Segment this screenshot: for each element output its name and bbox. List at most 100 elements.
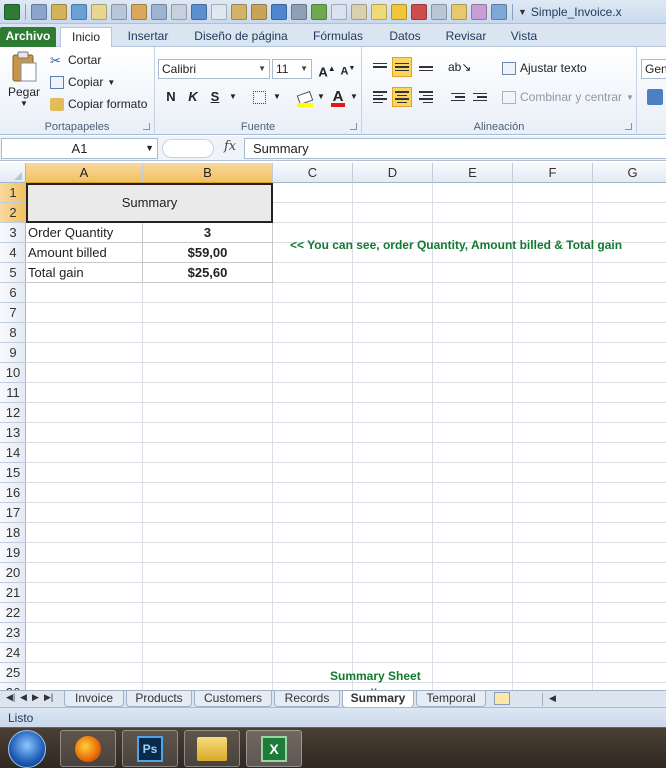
sheet-tab-temporal[interactable]: Temporal — [416, 691, 486, 707]
picture-icon[interactable] — [471, 3, 487, 20]
link-icon[interactable] — [491, 3, 507, 20]
align-middle-icon[interactable] — [392, 57, 412, 77]
order-quantity-label-cell[interactable]: Order Quantity — [26, 223, 143, 243]
row-header[interactable]: 3 — [0, 223, 26, 243]
row-header[interactable]: 22 — [0, 603, 26, 623]
row-header[interactable]: 10 — [0, 363, 26, 383]
find-icon[interactable] — [211, 3, 227, 20]
underline-button[interactable]: S — [205, 87, 225, 107]
row-header[interactable]: 2 — [0, 203, 26, 223]
row-header[interactable]: 26 — [0, 683, 26, 690]
clipboard-icon[interactable] — [231, 3, 247, 20]
italic-button[interactable]: K — [183, 87, 203, 107]
merge-center-button[interactable]: Combinar y centrar ▼ — [502, 90, 634, 104]
copy-icon[interactable] — [331, 3, 347, 20]
orientation-icon[interactable]: ab↘ — [448, 57, 471, 77]
tab-insertar[interactable]: Insertar — [118, 27, 178, 47]
tab-formulas[interactable]: Fórmulas — [306, 27, 370, 47]
save-icon[interactable] — [31, 3, 47, 20]
dialog-launcher-icon[interactable] — [143, 123, 150, 130]
row-header[interactable]: 1 — [0, 183, 26, 203]
row-header[interactable]: 25 — [0, 663, 26, 683]
row-header[interactable]: 15 — [0, 463, 26, 483]
camera-icon[interactable] — [151, 3, 167, 20]
sheet-tab-summary[interactable]: Summary — [342, 691, 414, 708]
decrease-indent-icon[interactable] — [448, 87, 468, 107]
sheet-tab-invoice[interactable]: Invoice — [64, 691, 124, 707]
row-header[interactable]: 11 — [0, 383, 26, 403]
taskbar-firefox[interactable] — [60, 730, 116, 767]
number-format-select[interactable]: Gen — [641, 59, 666, 79]
row-header[interactable]: 18 — [0, 523, 26, 543]
borders-icon[interactable] — [249, 87, 269, 107]
chevron-down-icon[interactable]: ▼ — [344, 87, 364, 107]
sheet-tab-records[interactable]: Records — [274, 691, 340, 707]
paste-button[interactable]: Pegar ▼ — [4, 51, 44, 117]
summary-title-cell[interactable]: Summary — [26, 183, 273, 223]
align-bottom-icon[interactable] — [416, 57, 436, 77]
email-icon[interactable] — [451, 3, 467, 20]
tab-diseno-de-pagina[interactable]: Diseño de página — [186, 27, 296, 47]
tab-vista[interactable]: Vista — [502, 27, 546, 47]
row-header[interactable]: 13 — [0, 423, 26, 443]
wrap-text-button[interactable]: Ajustar texto — [502, 61, 587, 75]
chevron-down-icon[interactable]: ▼ — [223, 87, 243, 107]
next-sheet-icon[interactable]: ▶ — [32, 692, 39, 703]
select-all-button[interactable] — [0, 163, 26, 183]
column-header-g[interactable]: G — [593, 163, 666, 183]
align-top-icon[interactable] — [370, 57, 390, 77]
row-header[interactable]: 12 — [0, 403, 26, 423]
row-header[interactable]: 14 — [0, 443, 26, 463]
table-icon[interactable] — [131, 3, 147, 20]
column-header-b[interactable]: B — [143, 163, 273, 183]
worksheet-grid[interactable]: A B C D E F G 1 2 3 4 5 6 7 8 9 10 11 12 13 14 15 16 17 1… — [0, 163, 666, 690]
currency-icon[interactable] — [647, 89, 663, 105]
font-name-select[interactable]: Calibri ▼ — [158, 59, 270, 79]
column-header-e[interactable]: E — [433, 163, 513, 183]
paste-icon[interactable] — [251, 3, 267, 20]
row-header[interactable]: 6 — [0, 283, 26, 303]
formula-input[interactable]: Summary — [244, 138, 666, 159]
row-header[interactable]: 23 — [0, 623, 26, 643]
total-gain-value-cell[interactable]: $25,60 — [143, 263, 273, 283]
grow-font-icon[interactable]: A▲ — [317, 59, 337, 79]
column-header-c[interactable]: C — [273, 163, 353, 183]
dialog-launcher-icon[interactable] — [350, 123, 357, 130]
format-painter-button[interactable]: Copiar formato — [50, 97, 147, 111]
taskbar-excel[interactable]: X — [246, 730, 302, 767]
arrow-icon[interactable] — [431, 3, 447, 20]
align-left-icon[interactable] — [370, 87, 390, 107]
excel-icon[interactable] — [4, 3, 20, 20]
calendar-icon[interactable] — [311, 3, 327, 20]
row-header[interactable]: 17 — [0, 503, 26, 523]
row-header[interactable]: 8 — [0, 323, 26, 343]
increase-indent-icon[interactable] — [470, 87, 490, 107]
customize-dropdown-icon[interactable]: ▼ — [518, 7, 527, 17]
column-header-f[interactable]: F — [513, 163, 593, 183]
redo-icon[interactable] — [71, 3, 87, 20]
sheet-tab-products[interactable]: Products — [126, 691, 192, 707]
cell-area[interactable]: Summary Order Quantity 3 Amount billed $… — [26, 183, 666, 690]
column-header-d[interactable]: D — [353, 163, 433, 183]
tab-archivo[interactable]: Archivo — [0, 27, 56, 47]
row-header[interactable]: 4 — [0, 243, 26, 263]
formula-scroll-handle[interactable] — [162, 139, 214, 158]
tab-revisar[interactable]: Revisar — [438, 27, 494, 47]
horizontal-scrollbar[interactable]: ◀ — [542, 693, 666, 706]
column-header-a[interactable]: A — [26, 163, 143, 183]
first-sheet-icon[interactable]: ◀| — [6, 692, 15, 703]
pivot-icon[interactable] — [411, 3, 427, 20]
warning-icon[interactable] — [391, 3, 407, 20]
print-icon[interactable] — [171, 3, 187, 20]
amount-billed-label-cell[interactable]: Amount billed — [26, 243, 143, 263]
tab-datos[interactable]: Datos — [380, 27, 430, 47]
sheet-tab-customers[interactable]: Customers — [194, 691, 272, 707]
print-preview-icon[interactable] — [291, 3, 307, 20]
undo-icon[interactable] — [51, 3, 67, 20]
bold-button[interactable]: N — [161, 87, 181, 107]
dialog-launcher-icon[interactable] — [625, 123, 632, 130]
align-right-icon[interactable] — [416, 87, 436, 107]
lightbulb-icon[interactable] — [371, 3, 387, 20]
row-header[interactable]: 24 — [0, 643, 26, 663]
start-button[interactable] — [8, 730, 46, 768]
